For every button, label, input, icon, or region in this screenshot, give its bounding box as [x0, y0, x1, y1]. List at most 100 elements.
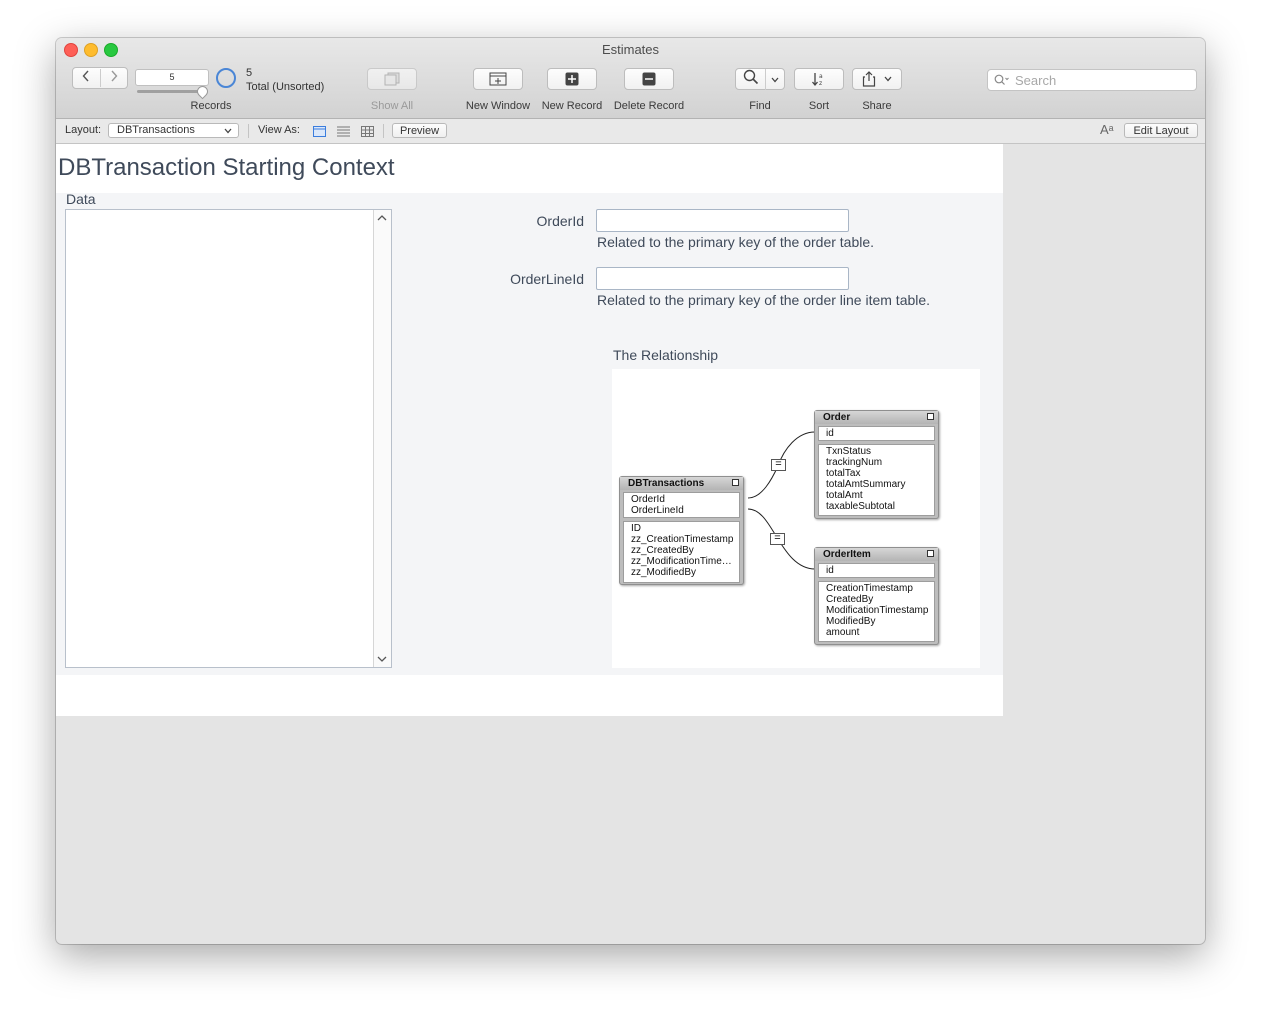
field-item: zz_ModificationTime…	[631, 556, 732, 567]
field-item: zz_ModifiedBy	[631, 567, 697, 578]
collapse-icon[interactable]	[927, 550, 934, 557]
field-item: ID	[631, 523, 641, 534]
chevron-down-icon	[224, 128, 232, 134]
field-item: zz_CreatedBy	[631, 545, 694, 556]
chevron-down-icon	[884, 76, 892, 82]
table-header: Order	[815, 411, 938, 424]
key-fields: OrderId OrderLineId	[623, 492, 740, 518]
field-item: ModifiedBy	[826, 616, 876, 627]
record-slider-thumb[interactable]	[194, 83, 211, 100]
table-view-icon[interactable]	[361, 126, 374, 137]
key-field: OrderId	[631, 494, 665, 505]
divider	[248, 124, 249, 138]
table-name: OrderItem	[823, 549, 871, 560]
data-text-area[interactable]	[65, 209, 392, 668]
field-list: ID zz_CreationTimestamp zz_CreatedBy zz_…	[623, 521, 740, 583]
find-label: Find	[749, 100, 771, 112]
sort-button[interactable]: az	[794, 68, 844, 90]
view-as-label: View As:	[258, 124, 300, 136]
previous-record-button[interactable]	[73, 69, 101, 87]
field-item: totalAmtSummary	[826, 479, 906, 490]
delete-record-button[interactable]	[624, 68, 674, 90]
page-title: DBTransaction Starting Context	[58, 154, 395, 181]
orderlineid-help-text: Related to the primary key of the order …	[597, 292, 931, 308]
layout-bar: Layout: DBTransactions View As: Preview …	[56, 119, 1205, 144]
list-view-icon[interactable]	[337, 126, 350, 137]
new-window-button[interactable]	[473, 68, 523, 90]
find-main-button[interactable]	[736, 68, 767, 90]
key-fields: id	[818, 563, 935, 578]
chevron-left-icon	[82, 70, 89, 82]
form-view-icon[interactable]	[313, 126, 326, 137]
collapse-icon[interactable]	[732, 479, 739, 486]
field-item: CreatedBy	[826, 594, 874, 605]
field-item: amount	[826, 627, 860, 638]
search-field[interactable]: Search	[987, 69, 1197, 91]
layout-select-value: DBTransactions	[117, 124, 195, 136]
show-all-icon	[384, 72, 400, 86]
records-pie-icon	[216, 68, 236, 88]
show-all-button[interactable]	[367, 68, 417, 90]
scrollbar[interactable]	[373, 210, 391, 667]
scroll-up-icon[interactable]	[377, 214, 387, 222]
font-size-icon[interactable]: Aᵃ	[1100, 122, 1114, 137]
key-field: id	[826, 428, 834, 439]
table-occurrence-dbtransactions[interactable]: DBTransactions OrderId OrderLineId ID zz…	[619, 476, 744, 585]
field-item: totalTax	[826, 468, 861, 479]
chevron-right-icon	[111, 70, 118, 82]
find-menu-button[interactable]	[766, 70, 784, 88]
layout-select[interactable]: DBTransactions	[108, 123, 239, 138]
new-record-label: New Record	[541, 100, 603, 112]
svg-text:a: a	[819, 73, 823, 80]
orderid-field[interactable]	[596, 209, 849, 232]
search-icon	[994, 74, 1009, 85]
table-occurrence-orderitem[interactable]: OrderItem id CreationTimestamp CreatedBy…	[814, 547, 939, 645]
preview-button[interactable]: Preview	[392, 123, 447, 138]
plus-icon	[565, 72, 579, 86]
field-item: zz_CreationTimestamp	[631, 534, 734, 545]
table-header: OrderItem	[815, 548, 938, 561]
field-item: trackingNum	[826, 457, 883, 468]
orderlineid-field[interactable]	[596, 267, 849, 290]
share-label: Share	[862, 100, 892, 112]
key-field: OrderLineId	[631, 505, 684, 516]
delete-record-label: Delete Record	[613, 100, 685, 112]
relationship-operator-order[interactable]: =	[771, 459, 786, 471]
total-count: 5	[246, 67, 253, 79]
record-slider[interactable]	[137, 90, 205, 93]
collapse-icon[interactable]	[927, 413, 934, 420]
next-record-button[interactable]	[101, 69, 128, 87]
field-item: TxnStatus	[826, 446, 872, 457]
sort-label: Sort	[808, 100, 830, 112]
field-list: CreationTimestamp CreatedBy Modification…	[818, 581, 935, 642]
svg-text:z: z	[819, 80, 822, 87]
record-number-field[interactable]: 5	[135, 69, 209, 86]
body-panel: Data OrderId Related to the primary key …	[56, 191, 1003, 675]
record-nav-group	[72, 67, 128, 89]
scroll-down-icon[interactable]	[377, 655, 387, 663]
layout-label: Layout:	[65, 124, 102, 136]
divider	[383, 124, 384, 138]
magnifier-icon	[743, 69, 758, 84]
search-placeholder: Search	[1015, 73, 1057, 88]
key-field: id	[826, 565, 834, 576]
new-record-button[interactable]	[547, 68, 597, 90]
edit-layout-button[interactable]: Edit Layout	[1124, 123, 1198, 138]
data-label: Data	[66, 191, 96, 207]
table-occurrence-order[interactable]: Order id TxnStatus trackingNum totalTax …	[814, 410, 939, 519]
chevron-down-icon	[771, 77, 779, 83]
window-title: Estimates	[601, 42, 660, 57]
field-item: totalAmt	[826, 490, 863, 501]
orderid-label: OrderId	[536, 213, 584, 229]
app-window: Estimates 5 Records 5 Total (Unsorted) S…	[56, 38, 1205, 944]
relationship-diagram: = = DBTransactions OrderId OrderLineId I…	[612, 369, 980, 668]
field-list: TxnStatus trackingNum totalTax totalAmtS…	[818, 444, 935, 516]
key-fields: id	[818, 426, 935, 441]
find-button[interactable]	[735, 68, 785, 90]
relationship-operator-orderitem[interactable]: =	[770, 533, 785, 545]
share-icon	[862, 71, 876, 87]
show-all-label: Show All	[370, 100, 414, 112]
total-status: Total (Unsorted)	[246, 81, 325, 93]
share-button[interactable]	[852, 68, 902, 90]
table-header: DBTransactions	[620, 477, 743, 490]
